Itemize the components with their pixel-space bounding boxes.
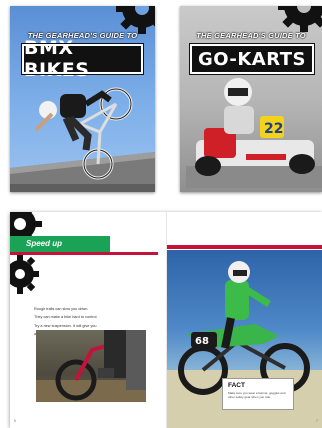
rider-photo-art [36,330,146,402]
gear-icon [10,254,39,294]
bmx-bikes-cover[interactable]: THE GEARHEAD'S GUIDE TO BMX BIKES [10,6,155,192]
go-karts-cover[interactable]: THE GEARHEAD'S GUIDE TO GO-KARTS 22 [180,6,322,192]
book-title: BMX BIKES [21,37,144,81]
page-number-right: 7 [316,419,318,423]
body-line: Rough trails can slow you down. [34,307,89,311]
series-label: THE GEARHEAD'S GUIDE TO [196,31,306,40]
book-spread[interactable]: Speed up Rough trails can slow you down.… [10,212,322,428]
go-kart-illustration: 22 [186,78,322,188]
fact-box: FACT Make sure you wear a helmet, goggle… [222,378,294,410]
photo-accent-bar [167,245,322,249]
kart-number: 22 [264,121,283,137]
body-line: Try a new suspension. It will give you [34,323,97,328]
section-heading: Speed up [10,236,110,252]
body-line: They can make a bike hard to control. [34,315,98,320]
rider-photo [36,330,146,402]
fact-label: FACT [228,382,245,389]
bike-number: 68 [195,336,209,347]
heading-divider [10,252,158,255]
fact-text: Make sure you wear a helmet, goggles and… [228,391,286,399]
bmx-rider-illustration [34,87,133,180]
page-number-left: 6 [14,419,16,423]
